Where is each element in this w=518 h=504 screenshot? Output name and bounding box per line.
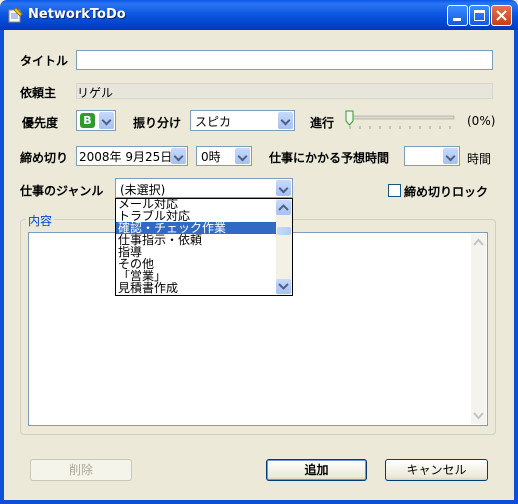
window-border-bottom bbox=[0, 500, 518, 504]
estimate-unit: 時間 bbox=[467, 152, 492, 166]
deadline-hour-value: 0時 bbox=[201, 150, 221, 164]
genre-option[interactable]: 見積書作成 bbox=[116, 282, 276, 294]
minimize-button[interactable] bbox=[447, 5, 468, 26]
lock-checkbox[interactable] bbox=[388, 184, 401, 197]
add-button[interactable]: 追加 bbox=[266, 459, 367, 481]
close-icon bbox=[496, 10, 507, 21]
progress-percent: (0%) bbox=[467, 114, 496, 128]
close-button[interactable] bbox=[491, 5, 512, 26]
cancel-button[interactable]: キャンセル bbox=[385, 459, 488, 481]
slider-ticks bbox=[349, 126, 451, 129]
dropdown-scroll-thumb[interactable] bbox=[277, 227, 291, 235]
genre-select[interactable]: (未選択) bbox=[115, 178, 293, 198]
scroll-up-button[interactable] bbox=[276, 200, 291, 215]
slider-thumb[interactable] bbox=[345, 110, 354, 126]
progress-slider[interactable] bbox=[342, 110, 460, 134]
notepad-app-icon bbox=[8, 7, 23, 23]
window-title: NetworkToDo bbox=[28, 7, 126, 22]
title-input[interactable] bbox=[76, 50, 493, 70]
chevron-down-icon[interactable] bbox=[276, 180, 291, 196]
scroll-down-button[interactable] bbox=[276, 279, 291, 294]
requester-value: リゲル bbox=[77, 86, 114, 100]
genre-option[interactable]: 確認・チェック作業 bbox=[116, 222, 276, 234]
progress-label: 進行 bbox=[310, 116, 335, 130]
estimate-label: 仕事にかかる予想時間 bbox=[269, 151, 390, 165]
deadline-label: 締め切り bbox=[20, 151, 69, 165]
content-scrollbar[interactable] bbox=[471, 234, 486, 424]
requester-label: 依頼主 bbox=[20, 86, 57, 100]
chevron-down-icon[interactable] bbox=[99, 112, 114, 129]
title-label: タイトル bbox=[20, 54, 69, 68]
genre-label: 仕事のジャンル bbox=[20, 184, 104, 198]
chevron-down-icon bbox=[278, 283, 289, 290]
priority-label: 優先度 bbox=[22, 116, 59, 130]
priority-select[interactable]: B bbox=[76, 110, 116, 131]
deadline-date-value: 2008年 9月25日 bbox=[79, 150, 173, 164]
scroll-down-icon[interactable] bbox=[473, 412, 484, 420]
chevron-down-icon[interactable] bbox=[443, 148, 458, 164]
assign-select[interactable]: スピカ bbox=[190, 110, 295, 131]
requester-field: リゲル bbox=[76, 83, 493, 100]
delete-button[interactable]: 削除 bbox=[30, 459, 132, 481]
minimize-icon bbox=[453, 18, 461, 21]
lock-label[interactable]: 締め切りロック bbox=[404, 183, 488, 200]
genre-option[interactable]: 指導 bbox=[116, 246, 276, 258]
deadline-hour-select[interactable]: 0時 bbox=[196, 146, 252, 166]
genre-option[interactable]: メール対応 bbox=[116, 199, 276, 210]
chevron-down-icon[interactable] bbox=[171, 148, 186, 164]
chevron-down-icon[interactable] bbox=[278, 112, 293, 129]
genre-value: (未選択) bbox=[120, 183, 166, 197]
assign-value: スピカ bbox=[195, 115, 232, 129]
genre-option[interactable]: その他 bbox=[116, 258, 276, 270]
genre-option[interactable]: 仕事指示・依頼 bbox=[116, 234, 276, 246]
content-label: 内容 bbox=[26, 212, 55, 229]
priority-badge: B bbox=[80, 113, 95, 128]
maximize-button[interactable] bbox=[469, 5, 490, 26]
chevron-up-icon bbox=[278, 204, 289, 211]
estimate-select[interactable] bbox=[404, 146, 460, 166]
window-border-right bbox=[514, 30, 518, 504]
deadline-date-picker[interactable]: 2008年 9月25日 bbox=[76, 146, 188, 166]
assign-label: 振り分け bbox=[133, 116, 182, 130]
scroll-up-icon[interactable] bbox=[473, 238, 484, 246]
chevron-down-icon[interactable] bbox=[235, 148, 250, 164]
genre-option[interactable]: 「営業」 bbox=[116, 270, 276, 282]
genre-dropdown-list[interactable]: メール対応 トラブル対応 確認・チェック作業 仕事指示・依頼 指導 その他 「営業」 見積書作… bbox=[115, 198, 293, 296]
maximize-icon bbox=[474, 10, 485, 21]
window-border-left bbox=[0, 30, 4, 504]
genre-option[interactable]: トラブル対応 bbox=[116, 210, 276, 222]
dropdown-scrollbar[interactable] bbox=[276, 199, 292, 295]
